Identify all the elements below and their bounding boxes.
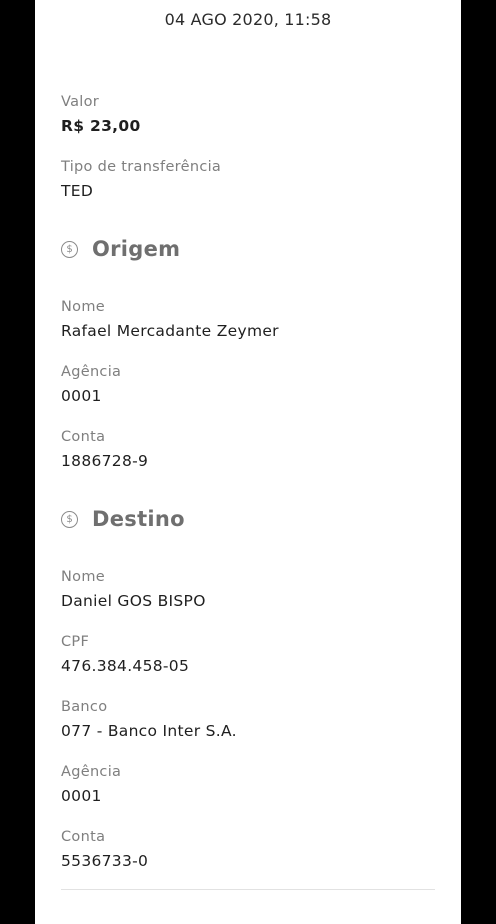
dollar-circle-icon: $ <box>61 240 78 258</box>
receipt-sheet: 04 AGO 2020, 11:58 Valor R$ 23,00 Tipo d… <box>35 0 461 924</box>
tipo-label: Tipo de transferência <box>61 159 222 175</box>
transfer-datetime: 04 AGO 2020, 11:58 <box>164 10 332 29</box>
origem-agencia-label: Agência <box>61 364 122 380</box>
destino-nome-field: Nome Daniel GOS BISPO <box>61 567 206 612</box>
origem-conta-value: 1886728-9 <box>61 452 149 470</box>
valor-field: Valor R$ 23,00 <box>61 92 141 137</box>
origem-title: Origem <box>92 237 181 261</box>
origem-agencia-field: Agência 0001 <box>61 362 121 407</box>
destino-conta-field: Conta 5536733-0 <box>61 827 148 872</box>
destino-agencia-value: 0001 <box>61 787 102 805</box>
destino-nome-label: Nome <box>61 569 105 585</box>
destino-title: Destino <box>92 507 185 531</box>
origem-nome-value: Rafael Mercadante Zeymer <box>61 322 279 340</box>
destino-banco-label: Banco <box>61 699 108 715</box>
destino-banco-value: 077 - Banco Inter S.A. <box>61 722 237 740</box>
destino-agencia-field: Agência 0001 <box>61 762 121 807</box>
destino-cpf-value: 476.384.458-05 <box>61 657 190 675</box>
destino-banco-field: Banco 077 - Banco Inter S.A. <box>61 697 237 742</box>
origem-nome-label: Nome <box>61 299 105 315</box>
origem-conta-label: Conta <box>61 429 106 445</box>
destino-conta-label: Conta <box>61 829 106 845</box>
destino-conta-value: 5536733-0 <box>61 852 149 870</box>
destino-agencia-label: Agência <box>61 764 122 780</box>
valor-label: Valor <box>61 94 100 110</box>
tipo-value: TED <box>61 182 94 200</box>
destino-nome-value: Daniel GOS BISPO <box>61 592 206 610</box>
valor-value: R$ 23,00 <box>61 117 141 135</box>
origem-conta-field: Conta 1886728-9 <box>61 427 148 472</box>
origem-section-header: $ Origem <box>61 237 180 261</box>
destino-section-header: $ Destino <box>61 507 185 531</box>
destino-cpf-label: CPF <box>61 634 90 650</box>
dollar-circle-icon: $ <box>61 510 78 528</box>
origem-agencia-value: 0001 <box>61 387 102 405</box>
origem-nome-field: Nome Rafael Mercadante Zeymer <box>61 297 279 342</box>
tipo-field: Tipo de transferência TED <box>61 157 221 202</box>
divider <box>61 889 435 890</box>
destino-cpf-field: CPF 476.384.458-05 <box>61 632 189 677</box>
